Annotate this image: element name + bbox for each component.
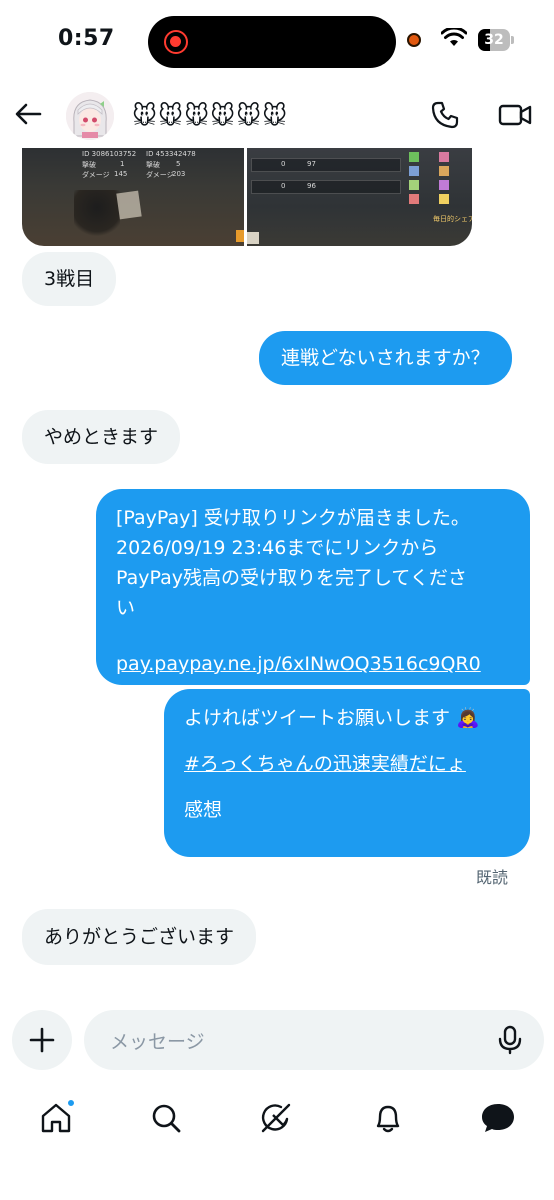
screenshot-stat-value: 0 [281, 182, 286, 190]
character-icon [409, 194, 419, 204]
call-button[interactable] [428, 98, 462, 132]
tab-messages[interactable] [478, 1098, 518, 1138]
screenshot-row [251, 180, 401, 194]
message-spacer [116, 623, 510, 649]
avatar-illustration [66, 92, 114, 140]
message-bubble-outgoing[interactable]: [PayPay] 受け取りリンクが届きました。 2026/09/19 23:46… [96, 489, 530, 685]
battery-level: 32 [484, 32, 504, 48]
screenshot-player-id: ID 3086103752 [82, 150, 137, 158]
contact-name[interactable]: 🐭🐭🐭🐭🐭🐭 [132, 102, 288, 130]
screenshot-stat-label: 撃破 [146, 161, 160, 169]
chat-bubble-icon [482, 1104, 514, 1132]
game-prop [116, 190, 142, 220]
battery-icon: 32 [478, 29, 514, 51]
screenshot-row [251, 158, 401, 172]
video-icon [498, 104, 532, 126]
video-call-button[interactable] [496, 98, 534, 132]
message-spacer [184, 779, 510, 795]
tab-grok[interactable] [256, 1098, 296, 1138]
screenshot-stat-value: 1 [120, 160, 125, 168]
message-text: ありがとうございます [44, 926, 235, 948]
message-bubble-incoming[interactable]: やめときます [22, 410, 181, 464]
screenshot-stat-label: ダメージ [82, 171, 110, 179]
message-text: 3戦目 [44, 268, 95, 290]
game-character-figure [74, 190, 120, 240]
paypay-link[interactable]: pay.paypay.ne.jp/6xINwOQ3516c9QR0 [116, 649, 510, 679]
screenshot-stat-value: 97 [307, 160, 316, 168]
message-text: よければツイートお願いします 🙇‍♀️ [184, 707, 480, 729]
message-text: 連戦どないされますか？ [281, 347, 490, 369]
character-icon [409, 152, 419, 162]
image-attachment[interactable]: ID 3086103752 ID 453342478 撃破 1 撃破 5 ダメー… [22, 148, 472, 246]
message-bubble-incoming[interactable]: 3戦目 [22, 252, 117, 306]
tab-home[interactable] [36, 1098, 76, 1138]
grok-icon [261, 1103, 291, 1133]
game-marker [247, 232, 259, 244]
read-receipt: 既読 [476, 868, 509, 887]
screenshot-footer-text: 毎日的シェア [433, 215, 472, 223]
phone-icon [431, 101, 459, 129]
bell-icon [376, 1105, 400, 1133]
bottom-tab-bar [0, 1090, 554, 1150]
avatar[interactable] [66, 92, 114, 140]
screenshot-stat-value: 0 [281, 160, 286, 168]
character-icon [409, 180, 419, 190]
screenshot-stat-value: 96 [307, 182, 316, 190]
message-text: やめときます [44, 426, 159, 448]
character-icon [439, 180, 449, 190]
character-icon [409, 166, 419, 176]
notification-badge [66, 1098, 76, 1108]
message-input[interactable]: メッセージ [84, 1010, 544, 1070]
screenshot-stat-value: 203 [172, 170, 186, 178]
back-button[interactable] [12, 98, 44, 130]
message-text: 2026/09/19 23:46までにリンクから [116, 537, 439, 559]
character-icon [439, 194, 449, 204]
screen-recording-icon [164, 30, 188, 54]
message-spacer [184, 733, 510, 749]
message-text: PayPay残高の受け取りを完了してくださ [116, 567, 467, 589]
game-screenshot-right[interactable]: 0 97 0 96 毎日的シェア [247, 148, 472, 246]
screenshot-stat-value: 145 [114, 170, 128, 178]
message-text: [PayPay] 受け取りリンクが届きました。 [116, 507, 470, 529]
microphone-icon [498, 1025, 522, 1055]
message-bubble-outgoing[interactable]: 連戦どないされますか？ [259, 331, 512, 385]
message-composer: メッセージ [0, 1010, 554, 1074]
character-icon [439, 152, 449, 162]
screenshot-stat-label: 撃破 [82, 161, 96, 169]
screenshot-stat-label: ダメージ [146, 171, 174, 179]
dynamic-island [148, 16, 396, 68]
voice-message-button[interactable] [494, 1024, 526, 1056]
tab-notifications[interactable] [368, 1098, 408, 1138]
tab-search[interactable] [146, 1098, 186, 1138]
message-bubble-outgoing[interactable]: よければツイートお願いします 🙇‍♀️ #ろっくちゃんの迅速実績だにょ 感想 [164, 689, 530, 857]
message-bubble-incoming[interactable]: ありがとうございます [22, 909, 257, 965]
game-marker [236, 230, 244, 242]
screenshot-player-id: ID 453342478 [146, 150, 196, 158]
search-icon [152, 1104, 181, 1133]
plus-icon [29, 1027, 55, 1053]
status-bar: 0:57 32 [0, 0, 554, 84]
status-time: 0:57 [58, 26, 115, 51]
wifi-icon [441, 28, 467, 46]
message-input-placeholder: メッセージ [110, 1031, 205, 1053]
message-text: 感想 [184, 799, 223, 821]
message-text: い [116, 597, 136, 619]
recording-indicator-icon [407, 33, 421, 47]
arrow-left-icon [15, 103, 42, 125]
character-icon [439, 166, 449, 176]
hashtag-link[interactable]: #ろっくちゃんの迅速実績だにょ [184, 749, 510, 779]
add-attachment-button[interactable] [12, 1010, 72, 1070]
game-screenshot-left[interactable]: ID 3086103752 ID 453342478 撃破 1 撃破 5 ダメー… [22, 148, 244, 246]
conversation-header: 🐭🐭🐭🐭🐭🐭 [0, 84, 554, 148]
screenshot-stat-value: 5 [176, 160, 181, 168]
